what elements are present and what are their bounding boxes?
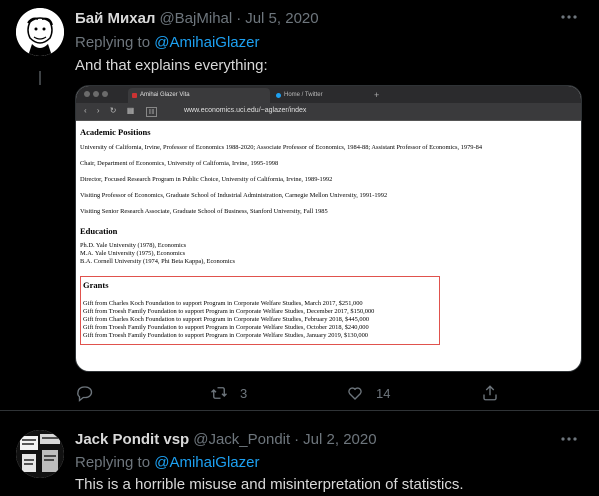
like-icon	[348, 387, 362, 400]
replying-to-link[interactable]: @AmihaiGlazer	[154, 454, 259, 471]
like-button[interactable]: 14	[346, 380, 390, 406]
tweet-text: This is a horrible misuse and misinterpr…	[75, 476, 464, 493]
user-handle[interactable]: @Jack_Pondit	[193, 431, 290, 448]
embedded-page-content: Academic Positions University of Califor…	[76, 121, 581, 351]
education-heading: Education	[80, 225, 118, 236]
tweet-date[interactable]: Jul 2, 2020	[303, 431, 376, 448]
retweet-button[interactable]: 3	[210, 380, 247, 406]
academic-heading: Academic Positions	[80, 127, 151, 137]
browser-address-bar: ‹ › ↻ ▦ |||| www.economics.uci.edu/~agla…	[76, 103, 581, 121]
user-handle[interactable]: @BajMihal	[159, 10, 232, 27]
education-item: Ph.D. Yale University (1978), Economics	[80, 242, 187, 250]
tweet-actions: 3 14	[75, 380, 580, 406]
tweet[interactable]: Jack Pondit vsp @Jack_Pondit · Jul 2, 20…	[0, 410, 599, 496]
new-tab-icon: +	[374, 90, 380, 100]
separator: ·	[294, 431, 300, 448]
grants-highlight-box: Grants Gift from Charles Koch Foundation…	[80, 276, 440, 345]
retweet-icon	[211, 387, 227, 399]
grants-heading: Grants	[83, 280, 109, 291]
tweet-text: And that explains everything:	[75, 57, 268, 74]
browser-tab: Home / Twitter	[272, 88, 372, 103]
academic-item: Chair, Department of Economics, Universi…	[80, 159, 279, 167]
browser-tab: Amihai Glazer Vita	[128, 88, 270, 103]
education-item: B.A. Cornell University (1974, Phi Beta …	[80, 258, 235, 266]
avatar[interactable]	[16, 8, 64, 56]
browser-url: www.economics.uci.edu/~aglazer/index	[184, 107, 307, 114]
embedded-image[interactable]: Amihai Glazer Vita Home / Twitter + ‹ › …	[75, 85, 582, 372]
academic-item: Visiting Professor of Economics, Graduat…	[80, 191, 388, 199]
like-count: 14	[376, 385, 391, 401]
more-icon[interactable]	[559, 10, 579, 24]
thread-line	[39, 71, 41, 85]
reply-icon	[77, 386, 93, 402]
replying-prefix: Replying to	[75, 34, 151, 51]
replying-to-link[interactable]: @AmihaiGlazer	[154, 34, 259, 51]
browser-tab-label: Home / Twitter	[284, 92, 323, 98]
twitter-favicon-icon	[276, 93, 281, 98]
share-button[interactable]	[481, 380, 499, 406]
tweet-header: Jack Pondit vsp @Jack_Pondit · Jul 2, 20…	[75, 431, 377, 448]
window-controls	[84, 91, 108, 97]
grant-item: Gift from Troesh Family Foundation to su…	[83, 323, 369, 331]
display-name[interactable]: Jack Pondit vsp	[75, 431, 189, 448]
grant-item: Gift from Troesh Family Foundation to su…	[83, 331, 368, 339]
academic-item: Director, Focused Research Program in Pu…	[80, 175, 333, 183]
replying-to: Replying to @AmihaiGlazer	[75, 34, 259, 51]
retweet-count: 3	[240, 385, 248, 401]
grant-item: Gift from Troesh Family Foundation to su…	[83, 307, 375, 315]
reader-icon: ||||	[146, 107, 158, 117]
more-icon[interactable]	[559, 432, 579, 446]
grant-item: Gift from Charles Koch Foundation to sup…	[83, 299, 363, 307]
reply-button[interactable]	[75, 380, 105, 406]
separator: ·	[236, 10, 242, 27]
browser-tab-label: Amihai Glazer Vita	[140, 92, 190, 98]
browser-nav-icons: ‹ › ↻ ▦	[84, 106, 139, 115]
academic-item: University of California, Irvine, Profes…	[80, 143, 483, 151]
grant-item: Gift from Charles Koch Foundation to sup…	[83, 315, 370, 323]
display-name[interactable]: Бай Михал	[75, 10, 155, 27]
tweet[interactable]: Бай Михал @BajMihal · Jul 5, 2020 Replyi…	[0, 0, 599, 410]
academic-item: Visiting Senior Research Associate, Grad…	[80, 207, 328, 215]
education-item: M.A. Yale University (1975), Economics	[80, 250, 186, 258]
browser-tab-strip: Amihai Glazer Vita Home / Twitter +	[76, 86, 581, 103]
share-icon	[483, 385, 497, 401]
avatar[interactable]	[16, 430, 64, 478]
tweet-date[interactable]: Jul 5, 2020	[245, 10, 318, 27]
tweet-header: Бай Михал @BajMihal · Jul 5, 2020	[75, 10, 319, 27]
replying-to: Replying to @AmihaiGlazer	[75, 454, 259, 471]
page-favicon-icon	[132, 93, 137, 98]
replying-prefix: Replying to	[75, 454, 151, 471]
